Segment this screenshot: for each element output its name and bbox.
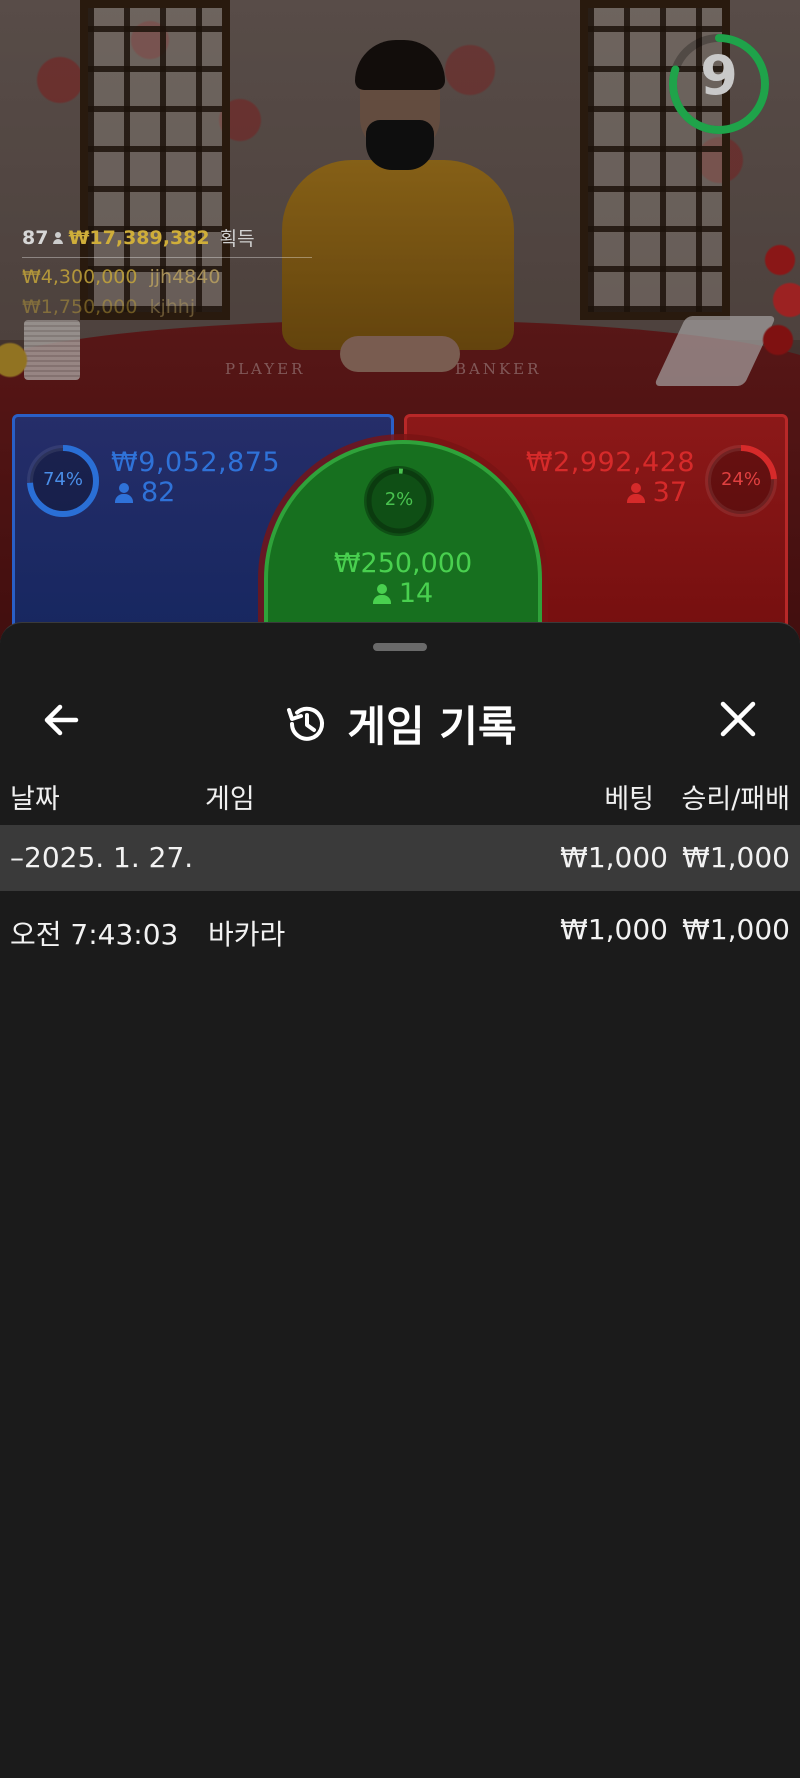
group-win-loss-total: ₩1,000 bbox=[682, 841, 790, 874]
player-percent-ring: 74% bbox=[25, 443, 101, 519]
column-win-loss: 승리/패배 bbox=[681, 784, 790, 815]
sheet-title-group: 게임 기록 bbox=[0, 693, 800, 754]
tie-bettor-count: 14 bbox=[268, 578, 538, 609]
column-date: 날짜 bbox=[10, 784, 60, 815]
player-percent: 74% bbox=[42, 469, 83, 490]
banker-bettor-count: 37 bbox=[626, 477, 687, 508]
winner-amount: ₩4,300,000 bbox=[22, 266, 138, 288]
countdown-timer: 9 bbox=[665, 30, 773, 138]
row-win-loss: ₩1,000 bbox=[682, 913, 790, 946]
date-group-row[interactable]: –2025. 1. 27. ₩1,000 ₩1,000 bbox=[0, 825, 800, 891]
person-icon bbox=[626, 482, 645, 503]
sheet-header: 게임 기록 bbox=[0, 671, 800, 771]
person-icon bbox=[115, 482, 133, 503]
winner-entry: ₩4,300,000 jjh4840 bbox=[22, 266, 312, 288]
row-bet: ₩1,000 bbox=[560, 913, 668, 946]
winner-name: jjh4840 bbox=[149, 266, 221, 288]
tie-bet-amount: ₩250,000 bbox=[333, 548, 473, 579]
winner-entry: ₩1,750,000 kjhhj bbox=[22, 296, 312, 318]
game-history-sheet: 게임 기록 날짜 게임 베팅 승리/패배 –2025. 1. 27. ₩1,00… bbox=[0, 622, 800, 1778]
tie-count-value: 14 bbox=[398, 578, 434, 609]
close-button[interactable] bbox=[710, 691, 766, 747]
player-bet-amount: ₩9,052,875 bbox=[111, 447, 281, 478]
banker-bet-amount: ₩2,992,428 bbox=[525, 447, 695, 478]
countdown-value: 9 bbox=[700, 44, 738, 107]
history-table-header: 날짜 게임 베팅 승리/패배 bbox=[0, 765, 800, 821]
tie-percent: 2% bbox=[384, 489, 414, 510]
winners-total: ₩17,389,382 bbox=[68, 226, 210, 249]
winner-name: kjhhj bbox=[149, 296, 196, 318]
winners-count: 87 bbox=[22, 226, 49, 249]
winners-earned-label: 획득 bbox=[219, 228, 255, 250]
winner-amount: ₩1,750,000 bbox=[22, 296, 138, 318]
sheet-drag-handle[interactable] bbox=[373, 643, 427, 651]
table-row[interactable]: 오전 7:43:03 바카라 ₩1,000 ₩1,000 bbox=[0, 893, 800, 963]
group-date: –2025. 1. 27. bbox=[10, 841, 194, 874]
sheet-title: 게임 기록 bbox=[347, 702, 517, 751]
user-icon bbox=[52, 231, 64, 244]
column-game: 게임 bbox=[205, 784, 255, 815]
close-icon bbox=[720, 701, 756, 737]
big-winners: 87 ₩17,389,382 획득 ₩4,300,000 jjh4840 ₩1,… bbox=[22, 224, 312, 318]
row-game: 바카라 bbox=[208, 918, 286, 951]
banker-percent-ring: 24% bbox=[703, 443, 779, 519]
banker-percent: 24% bbox=[720, 469, 761, 490]
history-icon bbox=[287, 706, 325, 741]
player-bettor-count: 82 bbox=[115, 477, 175, 508]
tie-percent-ring: 2% bbox=[364, 466, 434, 536]
person-icon bbox=[372, 583, 391, 604]
banker-count-value: 37 bbox=[652, 477, 687, 508]
column-bet: 베팅 bbox=[604, 784, 654, 815]
group-bet-total: ₩1,000 bbox=[560, 841, 668, 874]
row-time: 오전 7:43:03 bbox=[10, 918, 179, 951]
player-count-value: 82 bbox=[141, 477, 176, 508]
